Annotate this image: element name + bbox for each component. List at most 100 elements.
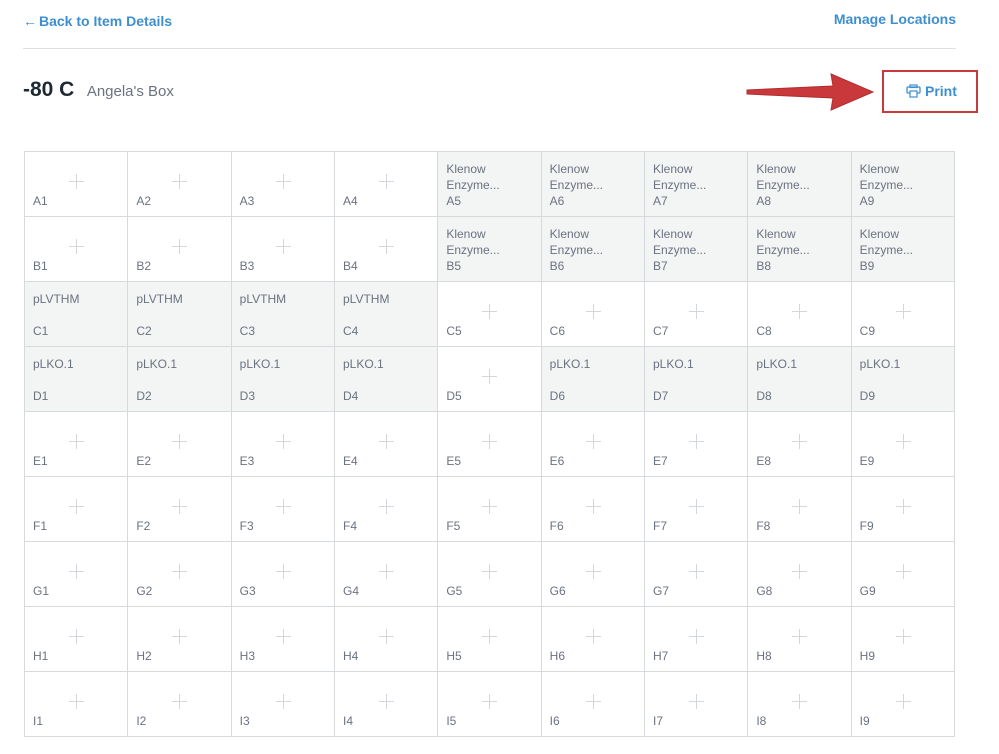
box-cell-d1[interactable]: pLKO.1 D1 [25, 347, 129, 412]
box-cell-a2[interactable]: A2 [128, 152, 232, 217]
add-item-icon[interactable] [482, 304, 498, 319]
box-cell-g5[interactable]: G5 [438, 542, 542, 607]
add-item-icon[interactable] [172, 564, 188, 579]
box-cell-d7[interactable]: pLKO.1 D7 [645, 347, 749, 412]
add-item-icon[interactable] [895, 629, 911, 644]
add-item-icon[interactable] [792, 694, 808, 709]
box-cell-h4[interactable]: H4 [335, 607, 439, 672]
add-item-icon[interactable] [689, 434, 705, 449]
add-item-icon[interactable] [792, 434, 808, 449]
box-cell-c4[interactable]: pLVTHM C4 [335, 282, 439, 347]
box-cell-d4[interactable]: pLKO.1 D4 [335, 347, 439, 412]
box-cell-c3[interactable]: pLVTHM C3 [231, 282, 335, 347]
add-item-icon[interactable] [482, 564, 498, 579]
box-cell-h9[interactable]: H9 [851, 607, 955, 672]
add-item-icon[interactable] [379, 434, 395, 449]
box-cell-f7[interactable]: F7 [645, 477, 749, 542]
add-item-icon[interactable] [585, 499, 601, 514]
box-cell-h3[interactable]: H3 [231, 607, 335, 672]
add-item-icon[interactable] [895, 694, 911, 709]
add-item-icon[interactable] [482, 694, 498, 709]
add-item-icon[interactable] [69, 239, 85, 254]
add-item-icon[interactable] [689, 694, 705, 709]
add-item-icon[interactable] [585, 629, 601, 644]
box-cell-c6[interactable]: C6 [541, 282, 645, 347]
box-cell-h8[interactable]: H8 [748, 607, 852, 672]
box-cell-f9[interactable]: F9 [851, 477, 955, 542]
add-item-icon[interactable] [689, 629, 705, 644]
add-item-icon[interactable] [895, 564, 911, 579]
add-item-icon[interactable] [482, 629, 498, 644]
box-cell-i1[interactable]: I1 [25, 672, 129, 737]
box-cell-b3[interactable]: B3 [231, 217, 335, 282]
box-cell-h7[interactable]: H7 [645, 607, 749, 672]
add-item-icon[interactable] [172, 174, 188, 189]
add-item-icon[interactable] [69, 694, 85, 709]
box-cell-g4[interactable]: G4 [335, 542, 439, 607]
box-cell-g2[interactable]: G2 [128, 542, 232, 607]
box-cell-d8[interactable]: pLKO.1 D8 [748, 347, 852, 412]
add-item-icon[interactable] [482, 499, 498, 514]
add-item-icon[interactable] [895, 304, 911, 319]
add-item-icon[interactable] [69, 629, 85, 644]
box-cell-g6[interactable]: G6 [541, 542, 645, 607]
box-cell-g8[interactable]: G8 [748, 542, 852, 607]
box-cell-a8[interactable]: Klenow Enzyme... A8 [748, 152, 852, 217]
add-item-icon[interactable] [585, 304, 601, 319]
add-item-icon[interactable] [275, 499, 291, 514]
add-item-icon[interactable] [172, 239, 188, 254]
box-cell-c7[interactable]: C7 [645, 282, 749, 347]
box-cell-a7[interactable]: Klenow Enzyme... A7 [645, 152, 749, 217]
box-cell-a3[interactable]: A3 [231, 152, 335, 217]
add-item-icon[interactable] [379, 564, 395, 579]
add-item-icon[interactable] [792, 564, 808, 579]
box-cell-b5[interactable]: Klenow Enzyme... B5 [438, 217, 542, 282]
add-item-icon[interactable] [69, 499, 85, 514]
add-item-icon[interactable] [379, 629, 395, 644]
box-cell-i9[interactable]: I9 [851, 672, 955, 737]
add-item-icon[interactable] [172, 434, 188, 449]
box-cell-c8[interactable]: C8 [748, 282, 852, 347]
box-cell-h1[interactable]: H1 [25, 607, 129, 672]
add-item-icon[interactable] [379, 499, 395, 514]
box-cell-h5[interactable]: H5 [438, 607, 542, 672]
box-cell-e3[interactable]: E3 [231, 412, 335, 477]
add-item-icon[interactable] [275, 434, 291, 449]
box-cell-g7[interactable]: G7 [645, 542, 749, 607]
box-cell-e2[interactable]: E2 [128, 412, 232, 477]
add-item-icon[interactable] [482, 434, 498, 449]
add-item-icon[interactable] [792, 629, 808, 644]
add-item-icon[interactable] [585, 434, 601, 449]
box-cell-f4[interactable]: F4 [335, 477, 439, 542]
box-cell-g3[interactable]: G3 [231, 542, 335, 607]
box-cell-e9[interactable]: E9 [851, 412, 955, 477]
add-item-icon[interactable] [275, 564, 291, 579]
box-cell-c2[interactable]: pLVTHM C2 [128, 282, 232, 347]
box-cell-a6[interactable]: Klenow Enzyme... A6 [541, 152, 645, 217]
box-cell-e1[interactable]: E1 [25, 412, 129, 477]
box-cell-a1[interactable]: A1 [25, 152, 129, 217]
add-item-icon[interactable] [379, 694, 395, 709]
box-cell-c9[interactable]: C9 [851, 282, 955, 347]
box-cell-i5[interactable]: I5 [438, 672, 542, 737]
box-cell-e8[interactable]: E8 [748, 412, 852, 477]
add-item-icon[interactable] [895, 499, 911, 514]
add-item-icon[interactable] [172, 629, 188, 644]
add-item-icon[interactable] [585, 694, 601, 709]
box-cell-e6[interactable]: E6 [541, 412, 645, 477]
add-item-icon[interactable] [689, 304, 705, 319]
add-item-icon[interactable] [172, 499, 188, 514]
add-item-icon[interactable] [792, 304, 808, 319]
box-cell-f8[interactable]: F8 [748, 477, 852, 542]
box-cell-b6[interactable]: Klenow Enzyme... B6 [541, 217, 645, 282]
box-cell-i7[interactable]: I7 [645, 672, 749, 737]
box-cell-b7[interactable]: Klenow Enzyme... B7 [645, 217, 749, 282]
add-item-icon[interactable] [895, 434, 911, 449]
add-item-icon[interactable] [275, 239, 291, 254]
box-cell-a4[interactable]: A4 [335, 152, 439, 217]
box-cell-d9[interactable]: pLKO.1 D9 [851, 347, 955, 412]
add-item-icon[interactable] [379, 174, 395, 189]
box-cell-f2[interactable]: F2 [128, 477, 232, 542]
add-item-icon[interactable] [275, 629, 291, 644]
box-cell-b1[interactable]: B1 [25, 217, 129, 282]
